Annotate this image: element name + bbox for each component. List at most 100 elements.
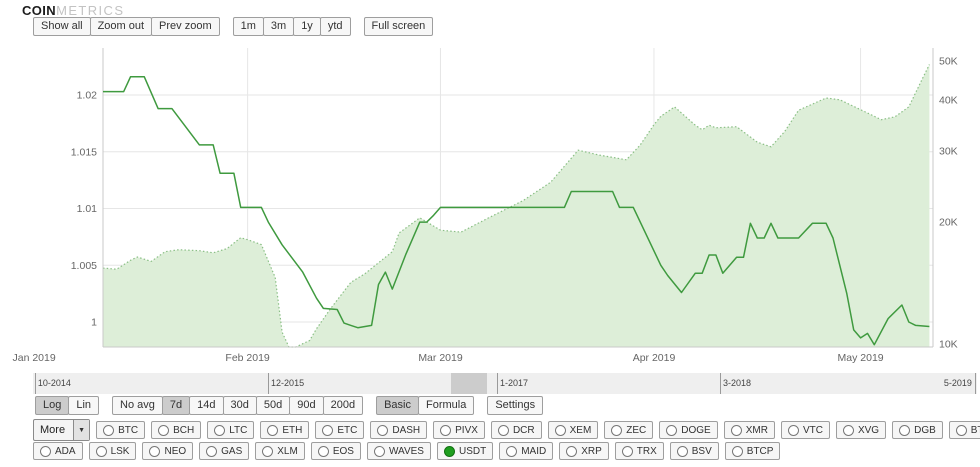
coin-label: BTC [118,425,138,436]
x-axis-tick-label: Feb 2019 [225,352,270,364]
date-range-navigator[interactable]: 10-201412-20151-20173-20185-2019 [33,373,977,394]
coin-xvg[interactable]: XVG [836,421,886,439]
radio-icon [611,425,622,436]
coin-label: EOS [333,446,354,457]
price-chart[interactable]: 11.0051.011.0151.0210K20K30K40K50KJan 20… [0,0,980,368]
coin-label: DOGE [681,425,710,436]
button-group: No avg7d14d30d50d90d200d [112,396,363,415]
y-left-tick-label: 1.01 [77,203,98,215]
navigator-thumb[interactable] [451,373,487,394]
button-14d[interactable]: 14d [189,396,223,415]
navigator-tick [497,373,498,394]
coin-label: VTC [803,425,823,436]
button-group: BasicFormula [376,396,474,415]
coin-bsv[interactable]: BSV [670,442,719,460]
radio-icon [318,446,329,457]
coin-maid[interactable]: MAID [499,442,553,460]
radio-icon [267,425,278,436]
y-right-tick-label: 30K [939,145,958,157]
coin-waves[interactable]: WAVES [367,442,431,460]
coin-ada[interactable]: ADA [33,442,83,460]
coin-dcr[interactable]: DCR [491,421,542,439]
y-left-tick-label: 1.02 [77,90,98,102]
navigator-tick [975,373,976,394]
radio-icon [498,425,509,436]
coin-label: GAS [221,446,242,457]
coin-label: XEM [570,425,592,436]
coin-etc[interactable]: ETC [315,421,364,439]
coin-xmr[interactable]: XMR [724,421,775,439]
coin-label: XMR [746,425,768,436]
radio-icon [622,446,633,457]
navigator-tick-label: 3-2018 [723,378,751,388]
radio-icon [149,446,160,457]
coin-pivx[interactable]: PIVX [433,421,485,439]
coin-label: ADA [55,446,76,457]
coin-zec[interactable]: ZEC [604,421,653,439]
more-dropdown-label: More [34,420,73,440]
button-200d[interactable]: 200d [323,396,363,415]
radio-icon [158,425,169,436]
coin-xlm[interactable]: XLM [255,442,305,460]
coin-btc[interactable]: BTC [96,421,145,439]
y-right-tick-label: 10K [939,339,958,351]
button-settings[interactable]: Settings [487,396,543,415]
button-basic[interactable]: Basic [376,396,419,415]
button-90d[interactable]: 90d [289,396,323,415]
radio-icon [666,425,677,436]
radio-icon [374,446,385,457]
coin-xem[interactable]: XEM [548,421,599,439]
y-left-tick-label: 1.005 [71,260,97,272]
coin-dgb[interactable]: DGB [892,421,943,439]
button-30d[interactable]: 30d [223,396,257,415]
radio-icon [214,425,225,436]
coin-label: LTC [229,425,247,436]
coin-ltc[interactable]: LTC [207,421,254,439]
area-series-fill [103,65,929,348]
button-lin[interactable]: Lin [68,396,99,415]
coin-eos[interactable]: EOS [311,442,361,460]
coin-label: ZEC [626,425,646,436]
coin-vtc[interactable]: VTC [781,421,830,439]
coin-selector-row-1: More▼ BTC BCH LTC ETH ETC DASH PIVX DCR XEM ZEC DOG… [33,419,980,441]
radio-icon [262,446,273,457]
coin-label: BTG [971,425,980,436]
coin-label: PIVX [455,425,478,436]
coin-label: DASH [392,425,420,436]
x-axis-tick-label: Jan 2019 [12,352,55,364]
x-axis-tick-label: Mar 2019 [418,352,463,364]
button-group: Settings [487,396,543,415]
coin-label: ETC [337,425,357,436]
coin-dash[interactable]: DASH [370,421,427,439]
chevron-down-icon: ▼ [73,420,89,440]
coin-neo[interactable]: NEO [142,442,193,460]
button-log[interactable]: Log [35,396,69,415]
y-right-tick-label: 50K [939,55,958,67]
coin-trx[interactable]: TRX [615,442,664,460]
navigator-tick-label: 10-2014 [38,378,71,388]
coin-btg[interactable]: BTG [949,421,980,439]
coin-doge[interactable]: DOGE [659,421,717,439]
more-coins-dropdown[interactable]: More▼ [33,419,90,441]
button-formula[interactable]: Formula [418,396,474,415]
coin-bch[interactable]: BCH [151,421,201,439]
navigator-tick-label: 1-2017 [500,378,528,388]
coin-selector-row-2: ADA LSK NEO GAS XLM EOS WAVES USDT MAID XRP TRX BSV… [33,442,786,460]
coin-label: BCH [173,425,194,436]
coin-btcp[interactable]: BTCP [725,442,781,460]
radio-icon [555,425,566,436]
coin-label: XVG [858,425,879,436]
button-no-avg[interactable]: No avg [112,396,163,415]
radio-icon [40,446,51,457]
coin-gas[interactable]: GAS [199,442,249,460]
coin-label: NEO [164,446,186,457]
coin-usdt[interactable]: USDT [437,442,493,460]
coin-eth[interactable]: ETH [260,421,309,439]
radio-icon [677,446,688,457]
navigator-tick [720,373,721,394]
button-7d[interactable]: 7d [162,396,190,415]
coin-xrp[interactable]: XRP [559,442,609,460]
button-50d[interactable]: 50d [256,396,290,415]
navigator-tick [268,373,269,394]
coin-lsk[interactable]: LSK [89,442,137,460]
